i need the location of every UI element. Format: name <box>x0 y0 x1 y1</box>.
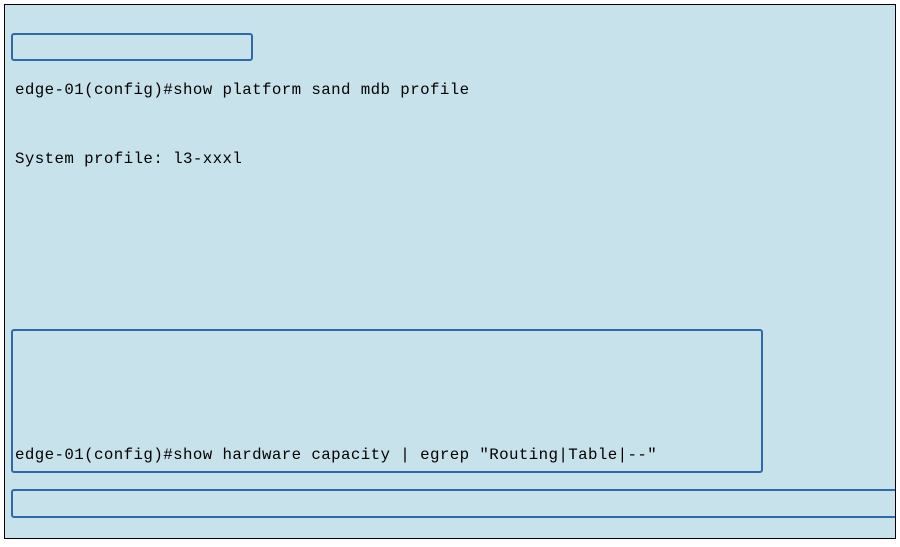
highlight-v4routes-row <box>11 489 896 518</box>
cmd-line-1: edge-01(config)#show platform sand mdb p… <box>5 79 895 102</box>
blank-2 <box>5 285 895 308</box>
terminal[interactable]: edge-01(config)#show platform sand mdb p… <box>4 4 896 539</box>
cmd-line-2: edge-01(config)#show hardware capacity |… <box>5 444 895 467</box>
prompt: edge-01(config)# <box>15 81 173 99</box>
command-2: show hardware capacity | egrep "Routing|… <box>173 446 657 464</box>
blank-1 <box>5 216 895 239</box>
prompt: edge-01(config)# <box>15 446 173 464</box>
blank-3 <box>5 353 895 376</box>
table-header: Table Feature Chip Used Used Free <box>5 535 895 539</box>
output-system-profile: System profile: l3-xxxl <box>5 148 895 171</box>
highlight-system-profile <box>11 33 253 61</box>
command-1: show platform sand mdb profile <box>173 81 469 99</box>
